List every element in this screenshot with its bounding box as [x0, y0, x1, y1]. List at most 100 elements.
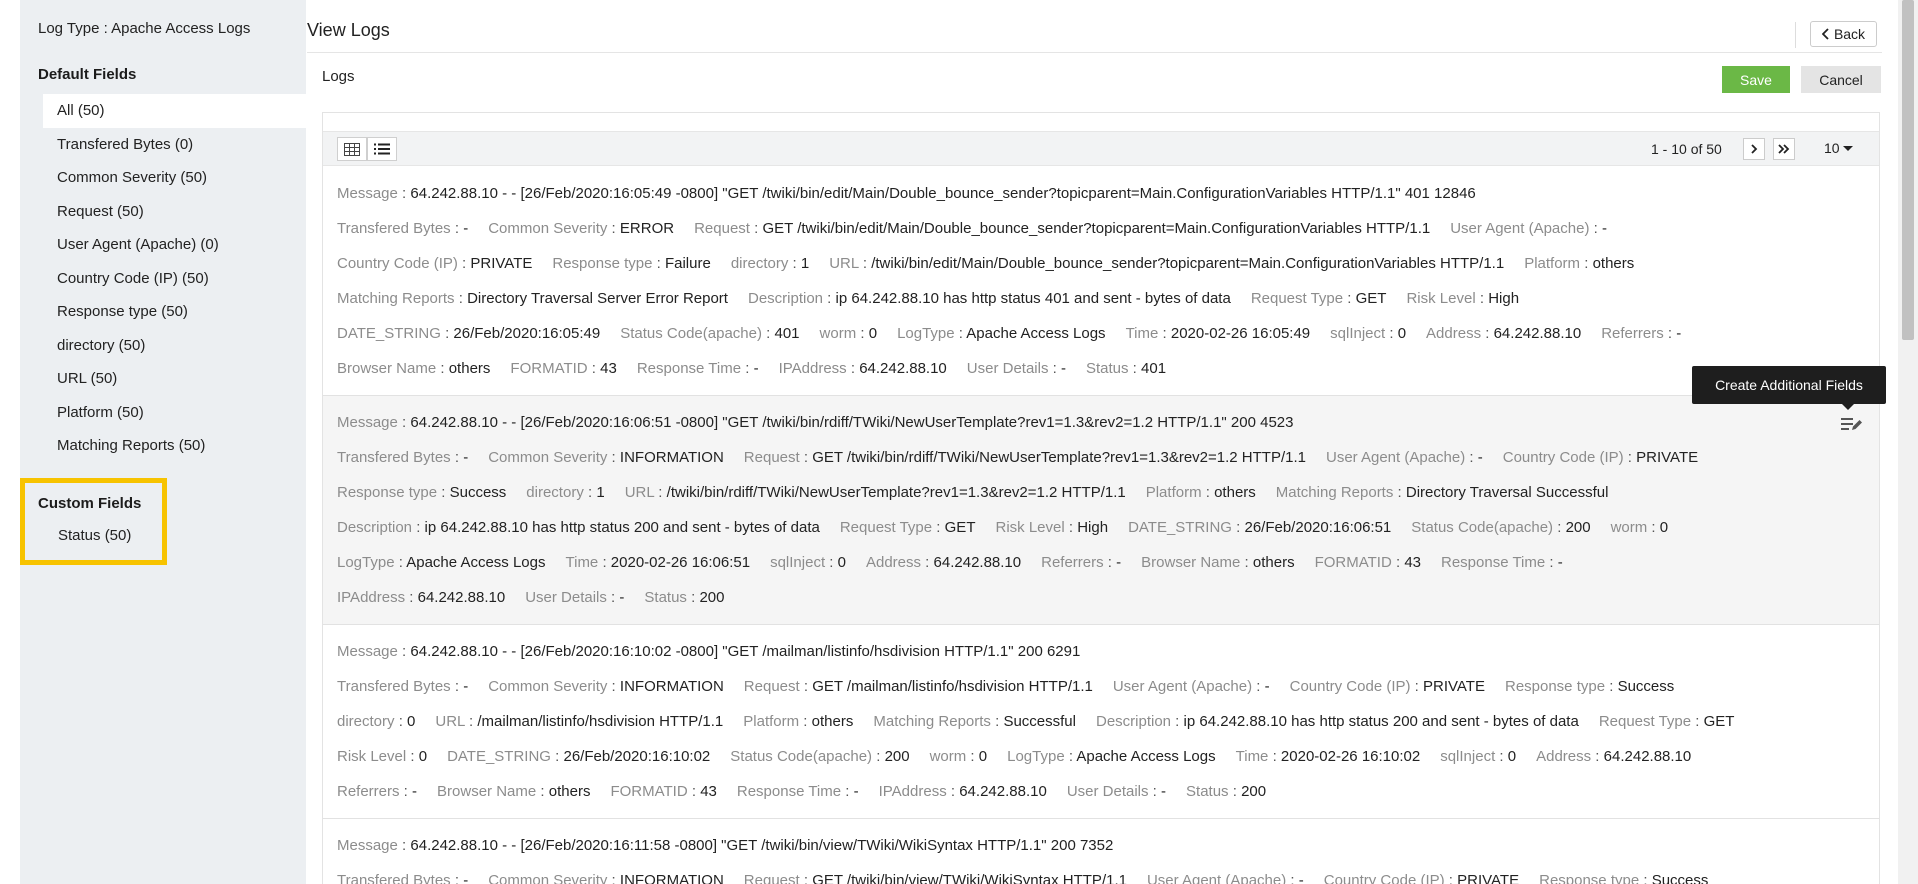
log-field-separator: : [932, 519, 945, 536]
log-field-value: 200 [1565, 519, 1591, 536]
custom-field-status[interactable]: Status (50) [58, 527, 131, 544]
sidebar-field-item[interactable]: Country Code (IP) (50) [43, 262, 306, 296]
log-entry[interactable]: Message : 64.242.88.10 - - [26/Feb/2020:… [323, 396, 1879, 625]
sidebar-field-item[interactable]: Request (50) [43, 195, 306, 229]
log-field-value: GET /twiki/bin/edit/Main/Double_bounce_s… [762, 220, 1431, 237]
log-field-separator: : [749, 220, 763, 237]
log-line: Transfered Bytes : - Common Severity : IN… [337, 449, 1865, 484]
next-page-button[interactable] [1743, 138, 1765, 160]
log-field-value: 0 [868, 325, 878, 342]
create-additional-fields-button[interactable] [1841, 416, 1863, 432]
sidebar-field-item[interactable]: Response type (50) [43, 295, 306, 329]
log-field-separator: : [607, 220, 620, 237]
sidebar-field-item[interactable]: URL (50) [43, 362, 306, 396]
log-field-key: Address [1536, 748, 1592, 765]
sidebar-field-item[interactable]: User Agent (Apache) (0) [43, 228, 306, 262]
log-field-key: Response Time [736, 783, 842, 800]
log-field-separator: : [1639, 872, 1652, 884]
log-line: Description : ip 64.242.88.10 has http s… [337, 519, 1865, 554]
list-view-button[interactable] [367, 137, 397, 161]
log-field: User Details : - [525, 589, 624, 606]
log-field-separator: : [1048, 360, 1061, 377]
table-grid-icon [344, 142, 360, 156]
log-field-key: URL [435, 713, 465, 730]
page-size-select[interactable]: 10 [1824, 140, 1853, 156]
log-field: Response type : Success [1539, 872, 1708, 884]
log-field-key: Description [747, 290, 824, 307]
log-field: Transfered Bytes : - [337, 220, 468, 237]
log-entry[interactable]: Message : 64.242.88.10 - - [26/Feb/2020:… [323, 167, 1879, 396]
sidebar-field-item[interactable]: Platform (50) [43, 396, 306, 430]
log-line: Transfered Bytes : - Common Severity : IN… [337, 872, 1865, 884]
log-field-value: 2020-02-26 16:06:51 [610, 554, 751, 571]
sidebar-field-item[interactable]: Matching Reports (50) [43, 429, 306, 463]
log-field-key: Common Severity [488, 678, 608, 695]
log-field-value: GET [944, 519, 976, 536]
log-field-value: ip 64.242.88.10 has http status 401 and … [835, 290, 1231, 307]
log-field-separator: : [799, 872, 813, 884]
log-field: Request Type : GET [1599, 713, 1735, 730]
logs-label: Logs [322, 68, 355, 85]
log-field-value: - [463, 449, 469, 466]
log-field: Country Code (IP) : PRIVATE [1503, 449, 1698, 466]
sidebar-field-item[interactable]: All (50) [43, 94, 306, 128]
log-field-key: Matching Reports [873, 713, 991, 730]
page-scrollbar-thumb[interactable] [1902, 0, 1914, 340]
log-field-separator: : [464, 713, 478, 730]
back-button[interactable]: Back [1810, 21, 1877, 47]
log-field-separator: : [686, 589, 700, 606]
log-field-value: 64.242.88.10 - - [26/Feb/2020:16:10:02 -… [410, 643, 1081, 660]
log-field: Browser Name : others [337, 360, 490, 377]
sidebar-field-item[interactable]: Transfered Bytes (0) [43, 128, 306, 162]
sidebar-field-item[interactable]: Common Severity (50) [43, 161, 306, 195]
save-button[interactable]: Save [1722, 66, 1790, 93]
log-field: Referrers : - [1601, 325, 1681, 342]
log-field-key: worm [1610, 519, 1648, 536]
log-field-key: Platform [743, 713, 800, 730]
log-field-value: 401 [774, 325, 800, 342]
last-page-button[interactable] [1773, 138, 1795, 160]
log-field-separator: : [1591, 748, 1604, 765]
log-field-separator: : [412, 519, 425, 536]
log-field-value: - [1601, 220, 1607, 237]
log-field: Country Code (IP) : PRIVATE [1290, 678, 1485, 695]
table-view-button[interactable] [337, 137, 367, 161]
log-field-value: Success [1651, 872, 1709, 884]
log-field-value: 43 [700, 783, 717, 800]
log-field-key: Transfered Bytes [337, 220, 451, 237]
log-entry[interactable]: Message : 64.242.88.10 - - [26/Feb/2020:… [323, 819, 1879, 884]
log-field-value: - [1298, 872, 1304, 884]
log-field-separator: : [761, 325, 775, 342]
log-field-value: - [619, 589, 625, 606]
chevron-left-icon [1821, 28, 1829, 40]
log-field-value: PRIVATE [1636, 449, 1699, 466]
log-field-separator: : [440, 325, 454, 342]
log-field: sqlInject : 0 [1440, 748, 1516, 765]
log-field-key: Platform [1524, 255, 1581, 272]
log-field-separator: : [406, 748, 419, 765]
sidebar-field-item[interactable]: directory (50) [43, 329, 306, 363]
log-field-value: Apache Access Logs [406, 554, 546, 571]
cancel-button[interactable]: Cancel [1801, 66, 1881, 93]
log-field-value: 64.242.88.10 [859, 360, 947, 377]
log-field: Address : 64.242.88.10 [866, 554, 1021, 571]
log-field: Request Type : GET [1251, 290, 1387, 307]
log-field-value: INFORMATION [619, 872, 724, 884]
log-field: Address : 64.242.88.10 [1536, 748, 1691, 765]
log-field-key: Country Code (IP) [1323, 872, 1445, 884]
log-field-separator: : [799, 678, 813, 695]
log-field: Request Type : GET [840, 519, 976, 536]
log-field-value: 2020-02-26 16:05:49 [1170, 325, 1311, 342]
log-field-key: Status Code(apache) [620, 325, 762, 342]
log-field-separator: : [1343, 290, 1356, 307]
log-field-separator: : [788, 255, 801, 272]
log-field-value: Success [1617, 678, 1675, 695]
log-field-separator: : [607, 678, 620, 695]
log-field-value: Failure [664, 255, 711, 272]
custom-fields-highlight: Custom Fields Status (50) [20, 478, 167, 565]
double-chevron-right-icon [1778, 144, 1790, 154]
log-entry[interactable]: Message : 64.242.88.10 - - [26/Feb/2020:… [323, 625, 1879, 819]
log-field: Response type : Success [337, 484, 506, 501]
log-field-value: ERROR [619, 220, 675, 237]
log-field-separator: : [450, 449, 464, 466]
